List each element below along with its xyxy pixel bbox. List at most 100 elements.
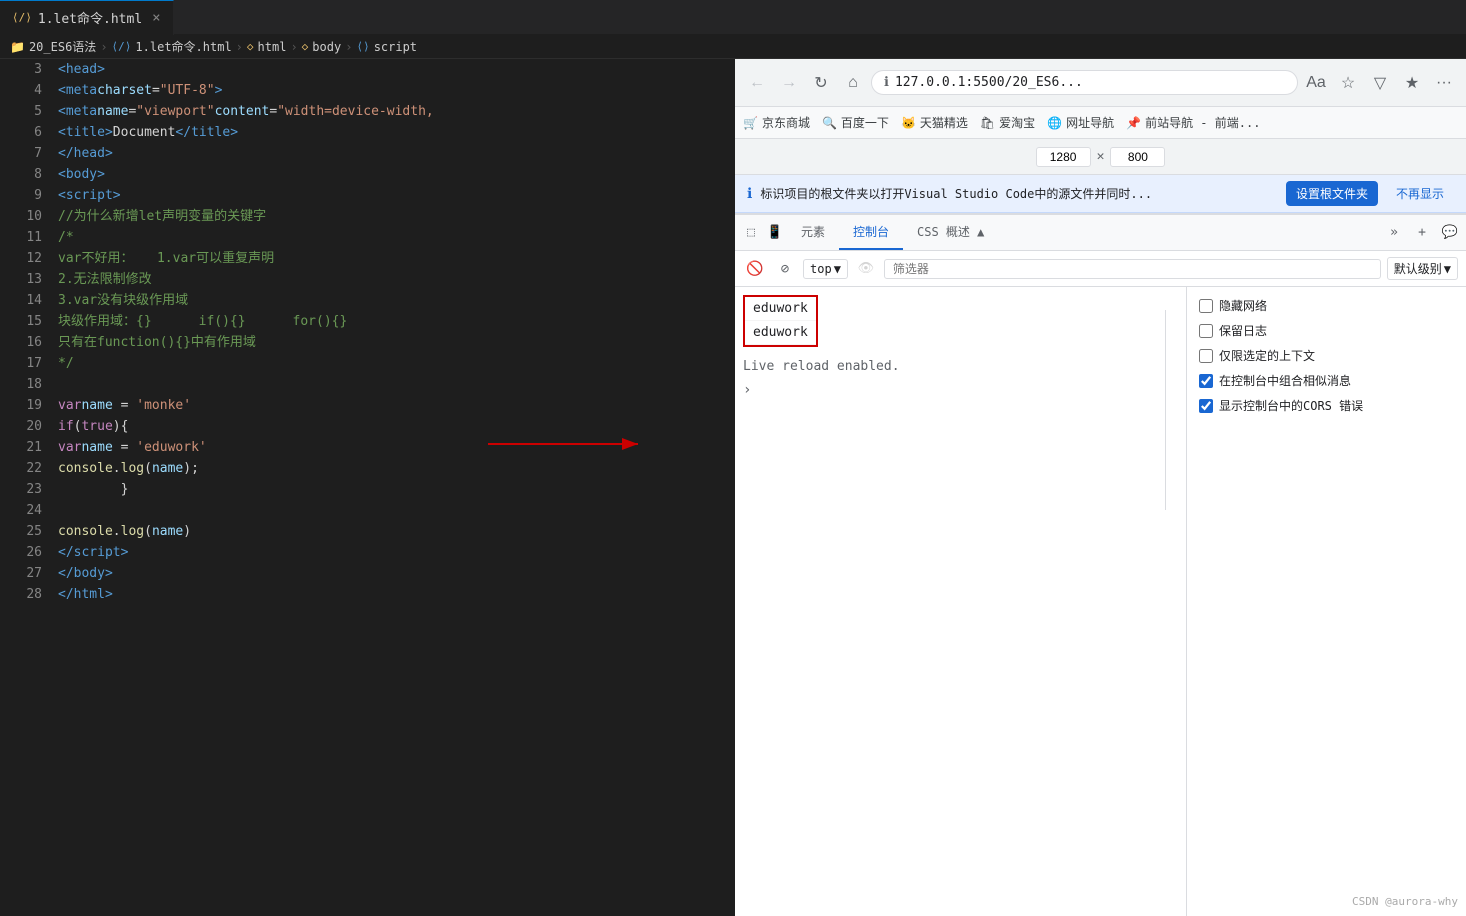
code-line: */: [58, 353, 735, 374]
checkbox-row-hide-network: 隐藏网络: [1187, 293, 1466, 318]
selected-context-label: 仅限选定的上下文: [1219, 347, 1315, 364]
bookmark-taobao[interactable]: 🛍 爱淘宝: [980, 114, 1035, 131]
code-line: if(true){: [58, 416, 735, 437]
code-line: }: [58, 479, 735, 500]
translate-button[interactable]: Aa: [1302, 69, 1330, 97]
console-prompt[interactable]: ›: [735, 378, 1186, 402]
bc-label-1[interactable]: 20_ES6语法: [29, 38, 96, 55]
console-highlighted-box: eduwork eduwork: [743, 295, 818, 347]
code-line: 只有在function(){}中有作用域: [58, 332, 735, 353]
line-numbers: 3 4 5 6 7 8 9 10 11 12 13 14 15 16 17 18…: [0, 59, 50, 916]
bc-icon-5: ⟨⟩: [356, 40, 369, 53]
group-similar-label: 在控制台中组合相似消息: [1219, 372, 1351, 389]
code-line: <meta name="viewport" content="width=dev…: [58, 101, 735, 122]
level-dropdown[interactable]: 默认级别 ▼: [1387, 257, 1458, 280]
context-dropdown[interactable]: top ▼: [803, 259, 848, 279]
level-label: 默认级别: [1394, 260, 1442, 277]
group-similar-checkbox[interactable]: [1199, 374, 1213, 388]
console-options-panel: 隐藏网络 保留日志 仅限选定的上下文 在控制台中组合相似消息: [1186, 287, 1466, 916]
clear-console-button[interactable]: 🚫: [743, 257, 767, 281]
tab-close-icon[interactable]: ×: [152, 10, 160, 26]
hide-network-checkbox[interactable]: [1199, 299, 1213, 313]
code-line: var name = 'monke': [58, 395, 735, 416]
code-line: 块级作用域：{} if(){} for(){}: [58, 311, 735, 332]
feedback-icon[interactable]: 💬: [1438, 221, 1462, 245]
bookmark-icon: 🐱: [901, 116, 916, 130]
devtools-panel: ⬚ 📱 元素 控制台 CSS 概述 ▲ » + 💬 🚫: [735, 213, 1466, 916]
bc-sep-4: ›: [345, 40, 352, 54]
code-line: //为什么新增let声明变量的关键字: [58, 206, 735, 227]
code-content[interactable]: <head> <meta charset="UTF-8"> <meta name…: [50, 59, 735, 916]
browser-panel: ← → ↻ ⌂ ℹ 127.0.0.1:5500/20_ES6... Aa ☆ …: [735, 59, 1466, 916]
hide-network-label: 隐藏网络: [1219, 297, 1267, 314]
more-tabs-icon[interactable]: »: [1382, 221, 1406, 245]
bookmark-qianzhan[interactable]: 📌 前站导航 - 前端...: [1126, 114, 1260, 131]
code-line: </head>: [58, 143, 735, 164]
bookmark-icon: 🛍: [980, 116, 995, 130]
favorites-button[interactable]: ★: [1398, 69, 1426, 97]
bc-label-3[interactable]: html: [258, 40, 287, 54]
preserve-log-checkbox[interactable]: [1199, 324, 1213, 338]
code-line: console.log(name);: [58, 458, 735, 479]
tab-console[interactable]: 控制台: [839, 215, 903, 250]
tab-elements[interactable]: 元素: [787, 215, 839, 250]
collections-button[interactable]: ▽: [1366, 69, 1394, 97]
home-button[interactable]: ⌂: [839, 69, 867, 97]
forward-button[interactable]: →: [775, 69, 803, 97]
level-arrow-icon: ▼: [1444, 262, 1451, 276]
viewport-width-input[interactable]: [1036, 147, 1091, 167]
eye-icon[interactable]: 👁: [854, 257, 878, 281]
console-body: eduwork eduwork: [735, 287, 1186, 916]
checkbox-row-cors-errors: 显示控制台中的CORS 错误: [1187, 393, 1466, 418]
viewport-bar: ✕: [735, 139, 1466, 175]
bc-sep-3: ›: [290, 40, 297, 54]
tab-css-overview[interactable]: CSS 概述 ▲: [903, 215, 998, 250]
code-line: <head>: [58, 59, 735, 80]
code-line: /*: [58, 227, 735, 248]
tab-html-icon: ⟨/⟩: [12, 11, 32, 24]
back-button[interactable]: ←: [743, 69, 771, 97]
read-mode-button[interactable]: ☆: [1334, 69, 1362, 97]
bookmark-nav[interactable]: 🌐 网址导航: [1047, 114, 1114, 131]
code-line: var name = 'eduwork': [58, 437, 735, 458]
watermark: CSDN @aurora-why: [1352, 895, 1458, 908]
bc-label-2[interactable]: 1.let命令.html: [135, 38, 231, 55]
bookmark-jd[interactable]: 🛒 京东商城: [743, 114, 810, 131]
reload-button[interactable]: ↻: [807, 69, 835, 97]
bc-icon-2: ⟨/⟩: [112, 40, 132, 53]
cors-errors-checkbox[interactable]: [1199, 399, 1213, 413]
breadcrumb: 📁 20_ES6语法 › ⟨/⟩ 1.let命令.html › ◇ html ›…: [0, 35, 1466, 59]
bookmark-tianmao[interactable]: 🐱 天猫精选: [901, 114, 968, 131]
viewport-height-input[interactable]: [1110, 147, 1165, 167]
bc-label-4[interactable]: body: [312, 40, 341, 54]
address-bar[interactable]: ℹ 127.0.0.1:5500/20_ES6...: [871, 70, 1298, 95]
bc-item-1[interactable]: 📁: [10, 40, 25, 54]
bookmark-baidu[interactable]: 🔍 百度一下: [822, 114, 889, 131]
add-tab-icon[interactable]: +: [1410, 221, 1434, 245]
code-line: <script>: [58, 185, 735, 206]
inspect-element-icon[interactable]: ⬚: [739, 221, 763, 245]
code-line: console.log(name): [58, 521, 735, 542]
code-line: 3.var没有块级作用域: [58, 290, 735, 311]
bc-label-5[interactable]: script: [374, 40, 417, 54]
code-editor: 3 4 5 6 7 8 9 10 11 12 13 14 15 16 17 18…: [0, 59, 735, 916]
bookmark-icon: 🛒: [743, 116, 758, 130]
bookmark-icon: 🌐: [1047, 116, 1062, 130]
device-mode-icon[interactable]: 📱: [763, 221, 787, 245]
devtools-tab-bar: ⬚ 📱 元素 控制台 CSS 概述 ▲ » + 💬: [735, 215, 1466, 251]
tab-label: 1.let命令.html: [38, 8, 142, 27]
bookmarks-bar: 🛒 京东商城 🔍 百度一下 🐱 天猫精选 🛍 爱淘宝 🌐 网址导航 📌: [735, 107, 1466, 139]
viewport-clear-icon[interactable]: ✕: [1097, 149, 1105, 164]
filter-button[interactable]: ⊘: [773, 257, 797, 281]
selected-context-checkbox[interactable]: [1199, 349, 1213, 363]
code-line: <body>: [58, 164, 735, 185]
set-root-folder-button[interactable]: 设置根文件夹: [1286, 181, 1378, 206]
active-tab[interactable]: ⟨/⟩ 1.let命令.html ×: [0, 0, 174, 35]
settings-button[interactable]: ···: [1430, 69, 1458, 97]
main-area: 3 4 5 6 7 8 9 10 11 12 13 14 15 16 17 18…: [0, 59, 1466, 916]
dismiss-info-button[interactable]: 不再显示: [1386, 181, 1454, 206]
console-right-panel: eduwork eduwork: [735, 287, 1466, 916]
filter-input[interactable]: [884, 259, 1381, 279]
code-line: <title>Document</title>: [58, 122, 735, 143]
address-text: 127.0.0.1:5500/20_ES6...: [895, 75, 1285, 90]
